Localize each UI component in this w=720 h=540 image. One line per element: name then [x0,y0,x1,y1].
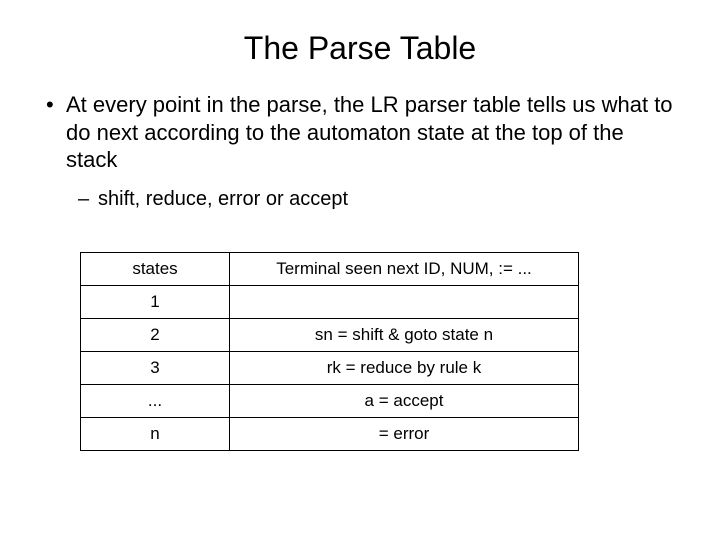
cell-state: 2 [81,318,230,351]
cell-state: n [81,417,230,450]
cell-state: 3 [81,351,230,384]
parse-table: states Terminal seen next ID, NUM, := ..… [80,252,579,451]
table-header-row: states Terminal seen next ID, NUM, := ..… [81,252,579,285]
slide: The Parse Table At every point in the pa… [0,0,720,451]
table-row: n = error [81,417,579,450]
table-row: ... a = accept [81,384,579,417]
cell-action: = error [230,417,579,450]
cell-action [230,285,579,318]
cell-action: a = accept [230,384,579,417]
header-states: states [81,252,230,285]
table-row: 3 rk = reduce by rule k [81,351,579,384]
table-row: 1 [81,285,579,318]
cell-state: ... [81,384,230,417]
table-row: 2 sn = shift & goto state n [81,318,579,351]
cell-action: rk = reduce by rule k [230,351,579,384]
cell-action: sn = shift & goto state n [230,318,579,351]
header-terminal: Terminal seen next ID, NUM, := ... [230,252,579,285]
bullet-level2: shift, reduce, error or accept [40,186,680,212]
cell-state: 1 [81,285,230,318]
page-title: The Parse Table [40,30,680,67]
bullet-level1: At every point in the parse, the LR pars… [40,91,680,174]
